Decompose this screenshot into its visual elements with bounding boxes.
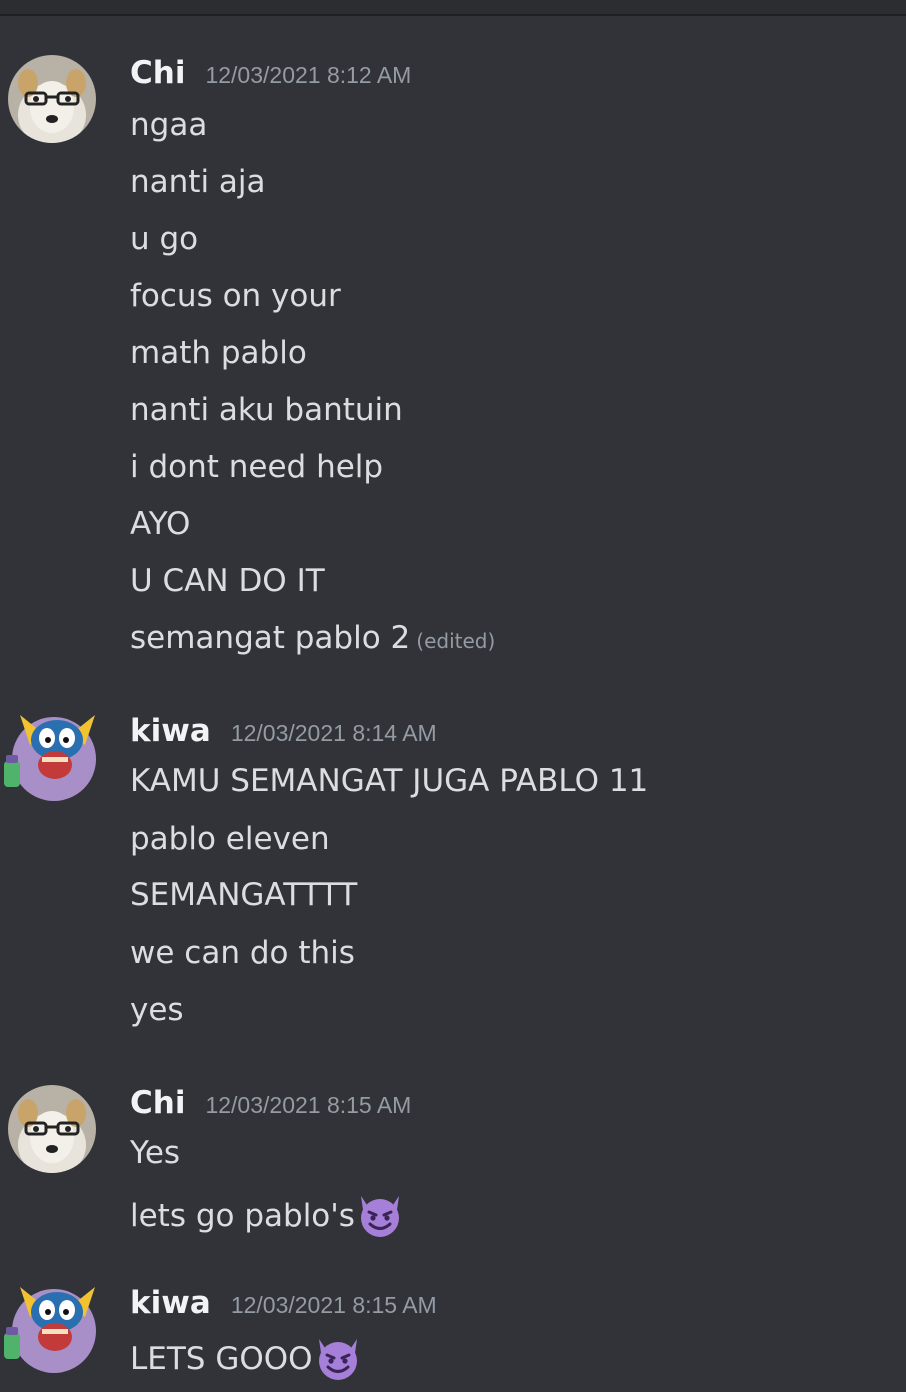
message-body: semangat pablo 2 xyxy=(130,620,411,656)
avatar[interactable] xyxy=(8,1085,96,1173)
smiling-imp-emoji-icon xyxy=(355,1190,405,1240)
avatar[interactable] xyxy=(8,55,96,143)
username[interactable]: Chi xyxy=(130,1085,185,1121)
message-text: pablo eleven xyxy=(130,821,330,857)
message-text: math pablo xyxy=(130,335,307,371)
smiling-imp-emoji-icon xyxy=(313,1333,363,1383)
cartoon-character-avatar-icon xyxy=(4,715,96,801)
message-text: semangat pablo 2 (edited) xyxy=(130,618,495,661)
timestamp[interactable]: 12/03/2021 8:14 AM xyxy=(231,720,437,747)
message-text: we can do this xyxy=(130,935,355,971)
message-text: SEMANGATTTT xyxy=(130,877,358,913)
timestamp[interactable]: 12/03/2021 8:12 AM xyxy=(205,62,411,89)
message-text: lets go pablo's xyxy=(130,1190,405,1240)
message-text: LETS GOOO xyxy=(130,1333,363,1383)
message-text: focus on your xyxy=(130,278,341,314)
message-header: Chi 12/03/2021 8:12 AM xyxy=(130,55,411,95)
message-text: Yes xyxy=(130,1135,181,1171)
message-text: U CAN DO IT xyxy=(130,563,325,599)
message-body: LETS GOOO xyxy=(130,1341,313,1377)
message-body: lets go pablo's xyxy=(130,1198,355,1234)
message-text: u go xyxy=(130,221,199,257)
message-text: KAMU SEMANGAT JUGA PABLO 11 xyxy=(130,763,649,799)
username[interactable]: kiwa xyxy=(130,713,211,749)
username[interactable]: Chi xyxy=(130,55,185,91)
cartoon-character-avatar-icon xyxy=(4,1287,96,1373)
avatar[interactable] xyxy=(0,705,100,805)
timestamp[interactable]: 12/03/2021 8:15 AM xyxy=(231,1292,437,1319)
message-text: nanti aku bantuin xyxy=(130,392,403,428)
timestamp[interactable]: 12/03/2021 8:15 AM xyxy=(205,1092,411,1119)
message-header: kiwa 12/03/2021 8:14 AM xyxy=(130,713,437,753)
message-text: nanti aja xyxy=(130,164,266,200)
message-header: Chi 12/03/2021 8:15 AM xyxy=(130,1085,411,1125)
channel-header-edge xyxy=(0,0,906,16)
message-text: ngaa xyxy=(130,107,208,143)
dog-with-glasses-avatar-icon xyxy=(8,1085,96,1173)
message-text: yes xyxy=(130,992,184,1028)
message-header: kiwa 12/03/2021 8:15 AM xyxy=(130,1285,437,1325)
edited-label: (edited) xyxy=(416,629,496,653)
message-text: i dont need help xyxy=(130,449,384,485)
username[interactable]: kiwa xyxy=(130,1285,211,1321)
avatar[interactable] xyxy=(0,1277,100,1377)
dog-with-glasses-avatar-icon xyxy=(8,55,96,143)
message-text: AYO xyxy=(130,506,191,542)
